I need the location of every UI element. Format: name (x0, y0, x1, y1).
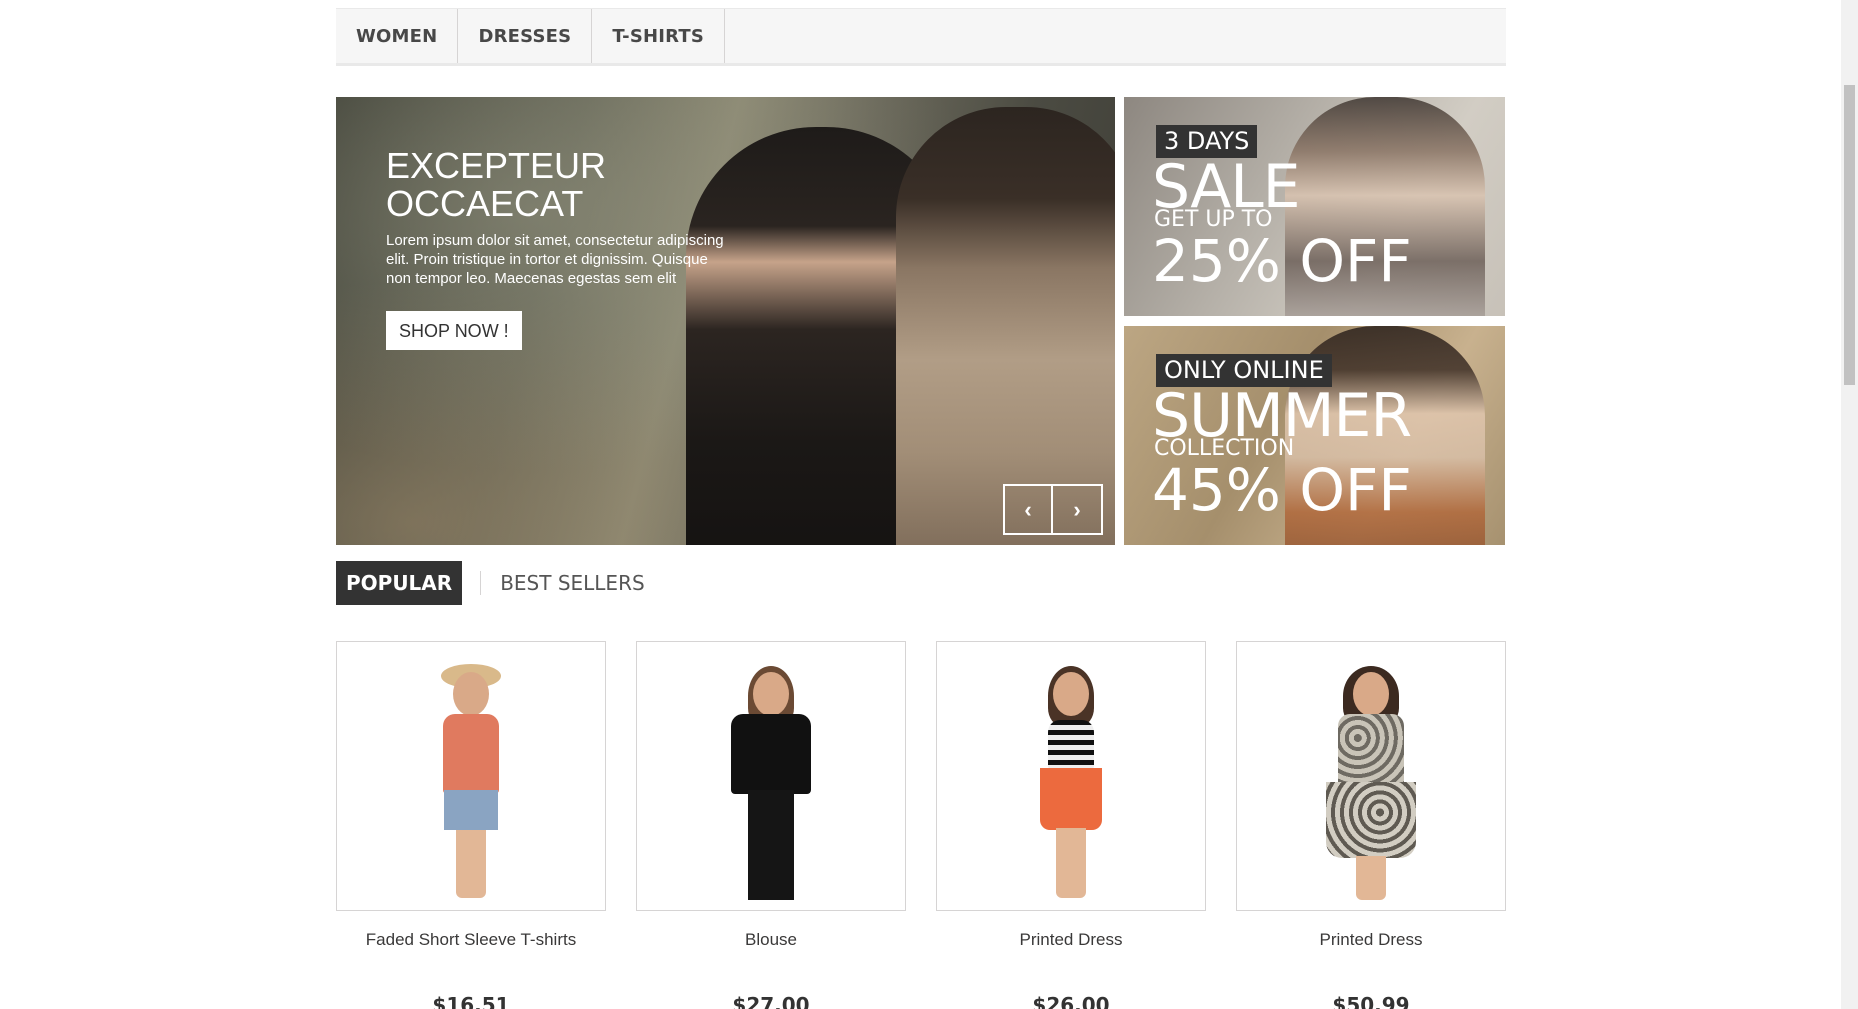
slider-title-line2: OCCAECAT (386, 183, 584, 224)
slider-next-arrow-icon[interactable]: › (1053, 484, 1103, 535)
nav-item-tshirts[interactable]: T-SHIRTS (592, 9, 726, 63)
product-list: Faded Short Sleeve T-shirts $16.51 Blous… (336, 641, 1506, 1009)
product-card: Faded Short Sleeve T-shirts $16.51 (336, 641, 606, 1009)
product-price: $27.00 (732, 993, 810, 1009)
slider-title-line1: EXCEPTEUR (386, 145, 607, 186)
tab-best-sellers[interactable]: BEST SELLERS (480, 571, 654, 595)
product-name[interactable]: Blouse (636, 929, 906, 951)
model-striped-top (1048, 720, 1094, 770)
model-skirt (1040, 768, 1102, 830)
model-shorts (444, 790, 498, 830)
slider-controls: ‹ › (1003, 484, 1103, 535)
shop-now-button[interactable]: SHOP NOW ! (386, 311, 522, 350)
scrollbar-thumb[interactable] (1844, 85, 1855, 385)
product-name[interactable]: Printed Dress (1236, 929, 1506, 951)
promo-discount: 45% OFF (1152, 456, 1412, 524)
product-card: Printed Dress $50.99 (1236, 641, 1506, 1009)
product-name[interactable]: Faded Short Sleeve T-shirts (336, 929, 606, 951)
model-head (753, 672, 789, 716)
product-card: Blouse $27.00 (636, 641, 906, 1009)
model-dress-skirt (1326, 782, 1416, 858)
slider-title: EXCEPTEUR OCCAECAT (386, 147, 606, 223)
top-menu: WOMEN DRESSES T-SHIRTS (336, 8, 1506, 66)
model-head (1053, 672, 1089, 716)
product-tabs: POPULAR BEST SELLERS (336, 561, 655, 605)
promo-discount: 25% OFF (1152, 227, 1412, 295)
nav-item-dresses[interactable]: DRESSES (458, 9, 593, 63)
product-image[interactable] (336, 641, 606, 911)
product-card: Printed Dress $26.00 (936, 641, 1206, 1009)
model-legs (1056, 828, 1086, 898)
model-blouse (731, 714, 811, 794)
product-price: $16.51 (432, 993, 510, 1009)
tab-popular[interactable]: POPULAR (336, 561, 463, 605)
promo-banner-sale[interactable]: 3 DAYS SALE GET UP TO 25% OFF (1124, 97, 1505, 316)
product-image[interactable] (936, 641, 1206, 911)
slider-prev-arrow-icon[interactable]: ‹ (1003, 484, 1053, 535)
product-image[interactable] (636, 641, 906, 911)
model-head (1353, 672, 1389, 716)
product-price: $50.99 (1332, 993, 1410, 1009)
model-pants (748, 790, 794, 900)
product-image[interactable] (1236, 641, 1506, 911)
model-head (453, 672, 489, 716)
promo-banner-summer[interactable]: ONLY ONLINE SUMMER COLLECTION 45% OFF (1124, 326, 1505, 545)
model-legs (456, 830, 486, 898)
product-name[interactable]: Printed Dress (936, 929, 1206, 951)
slider-model-man (896, 107, 1115, 545)
slider-description: Lorem ipsum dolor sit amet, consectetur … (386, 232, 724, 287)
product-price: $26.00 (1032, 993, 1110, 1009)
homepage-slider[interactable]: EXCEPTEUR OCCAECAT Lorem ipsum dolor sit… (336, 97, 1115, 545)
model-top (443, 714, 499, 794)
page-scrollbar[interactable] (1841, 0, 1858, 1009)
model-legs (1356, 856, 1386, 900)
nav-item-women[interactable]: WOMEN (336, 9, 459, 63)
